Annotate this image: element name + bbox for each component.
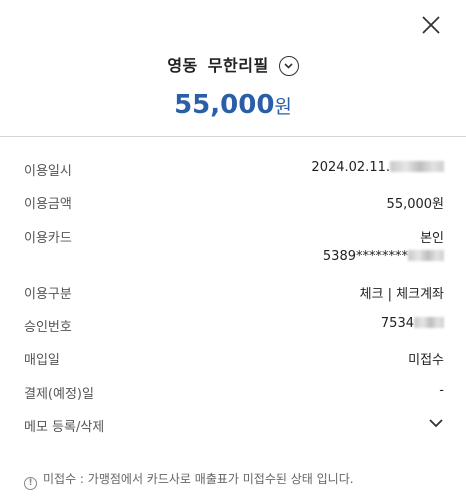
- detail-value: 체크 | 체크계좌: [359, 287, 444, 302]
- detail-label: 매입일: [24, 353, 60, 368]
- detail-value: 미접수: [408, 353, 444, 368]
- close-icon[interactable]: [420, 14, 442, 36]
- amount-number: 55,000: [174, 90, 275, 120]
- merchant-name: 영동 무한리필: [0, 52, 466, 76]
- chevron-down-icon[interactable]: [428, 418, 444, 428]
- detail-value: 55,000원: [386, 197, 444, 212]
- card-number: 5389********: [323, 249, 444, 264]
- divider: [0, 136, 466, 137]
- chevron-down-circle-icon: [284, 63, 293, 69]
- detail-label: 이용일시: [24, 164, 72, 179]
- memo-label: 메모 등록/삭제: [24, 420, 105, 435]
- merchant-name-part1: 영동: [167, 56, 198, 75]
- detail-label: 이용카드: [24, 231, 72, 246]
- detail-label: 이용금액: [24, 197, 72, 212]
- total-amount: 55,000원: [0, 90, 466, 120]
- expand-merchant-button[interactable]: [278, 56, 299, 76]
- redacted-approval-digits: [414, 317, 444, 328]
- detail-label: 승인번호: [24, 320, 72, 335]
- detail-value: 2024.02.11.: [311, 160, 444, 175]
- redacted-time: [390, 161, 444, 172]
- amount-unit: 원: [274, 96, 292, 118]
- transaction-detail-sheet: 영동 무한리필 55,000원 이용일시 2024.02.11. 이용금액 55,…: [0, 0, 466, 502]
- detail-value: -: [439, 383, 444, 398]
- detail-value: 7534: [381, 316, 444, 331]
- detail-value: 본인: [420, 231, 444, 246]
- detail-label: 이용구분: [24, 287, 72, 302]
- merchant-name-part2: 무한리필: [207, 56, 269, 75]
- redacted-card-digits: [408, 250, 444, 261]
- notice-text: ! 미접수 : 가맹점에서 카드사로 매출표가 미접수된 상태 입니다.: [24, 470, 354, 490]
- info-icon: !: [24, 477, 37, 490]
- detail-label: 결제(예정)일: [24, 387, 94, 402]
